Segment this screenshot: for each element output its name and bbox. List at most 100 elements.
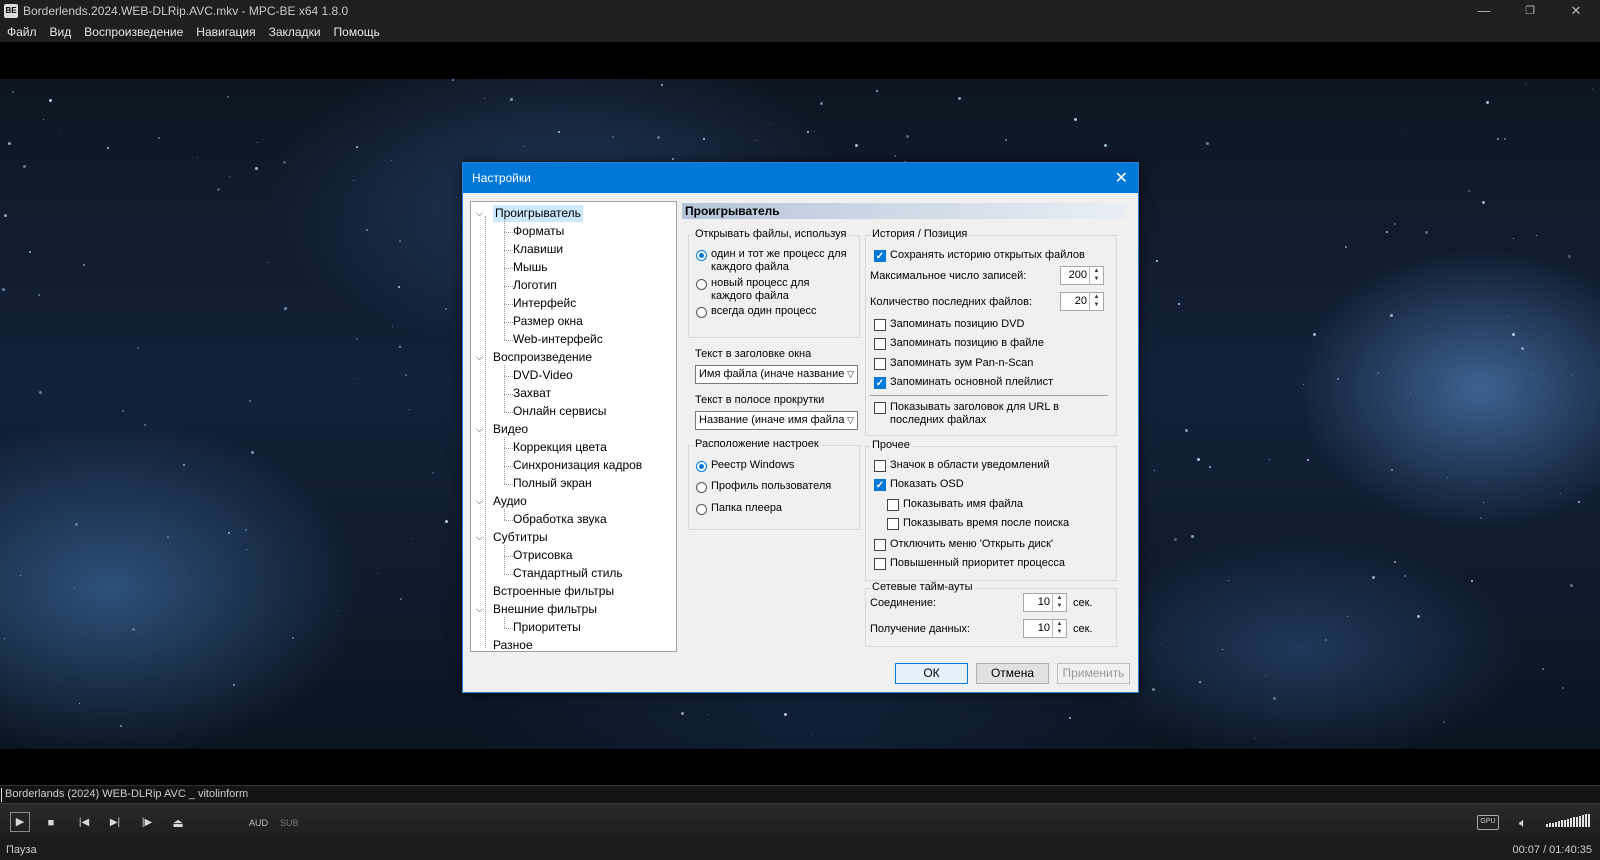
remember-playlist-checkbox[interactable]: ✓ [874,377,886,389]
tree-item-5[interactable]: Интерфейс [513,295,576,312]
speaker-icon[interactable]: 🔈︎ [1515,815,1531,831]
apply-button[interactable]: Применить [1057,663,1130,684]
settings-tree[interactable]: ⌵ Проигрыватель Форматы Клавиши Мышь Логотип И… [470,201,677,652]
tree-item-16[interactable]: Аудио [493,493,527,510]
receive-spinner[interactable]: 10 ▲ ▼ [1023,619,1067,638]
tree-expand-chevron-icon[interactable]: ⌵ [476,604,483,615]
minimize-button[interactable]: — [1461,0,1507,22]
star-particle [2,288,5,291]
star-particle [876,90,878,92]
spin-arrows-icon[interactable]: ▲ ▼ [1089,293,1103,310]
tree-item-2[interactable]: Клавиши [513,241,563,258]
spin-arrows-icon[interactable]: ▲ ▼ [1089,267,1103,284]
frame-step-icon[interactable]: |▶ [139,815,155,831]
show-osd-checkbox[interactable]: ✓ [874,479,886,491]
audio-track-button[interactable]: AUD [249,818,268,828]
recent-files-spinner[interactable]: 20 ▲ ▼ [1060,292,1104,311]
radio-same-process[interactable] [696,250,707,261]
star-particle [409,409,410,410]
tree-item-9[interactable]: DVD-Video [513,367,573,384]
radio-one-process[interactable] [696,307,707,318]
show-time-after-seek-checkbox[interactable] [887,518,899,530]
connection-spinner[interactable]: 10 ▲ ▼ [1023,593,1067,612]
subtitle-track-button[interactable]: SUB [280,818,299,828]
tree-item-4[interactable]: Логотип [513,277,557,294]
tree-item-14[interactable]: Синхронизация кадров [513,457,642,474]
dialog-close-icon[interactable]: ✕ [1115,168,1128,188]
tray-icon-checkbox[interactable] [874,460,886,472]
tree-item-10[interactable]: Захват [513,385,551,402]
url-titles-checkbox[interactable] [874,402,886,414]
spin-arrows-icon[interactable]: ▲ ▼ [1052,620,1066,637]
tree-item-17[interactable]: Обработка звука [513,511,607,528]
max-records-spinner[interactable]: 200 ▲ ▼ [1060,266,1104,285]
tree-expand-chevron-icon[interactable]: ⌵ [476,208,483,219]
tree-expand-chevron-icon[interactable]: ⌵ [476,424,483,435]
seek-bar[interactable]: Borderlands (2024) WEB-DLRip AVC _ vitol… [0,785,1600,804]
tray-icon-label: Значок в области уведомлений [890,459,1050,471]
star-particle [1483,502,1484,503]
tree-item-0[interactable]: Проигрыватель [493,205,583,222]
radio-registry[interactable] [696,461,707,472]
radio-player-folder[interactable] [696,504,707,515]
star-particle [1191,535,1194,538]
next-icon[interactable]: ▶| [107,815,123,831]
tree-expand-chevron-icon[interactable]: ⌵ [476,496,483,507]
previous-icon[interactable]: |◀ [76,815,92,831]
cancel-button[interactable]: Отмена [976,663,1049,684]
tree-item-15[interactable]: Полный экран [513,475,592,492]
window-title-text-combo[interactable]: Имя файла (иначе название ▽ [695,365,858,384]
volume-bar [1558,821,1560,827]
menu-view[interactable]: Вид [43,22,78,39]
tree-item-23[interactable]: Приоритеты [513,619,581,636]
tree-expand-chevron-icon[interactable]: ⌵ [476,532,483,543]
volume-bar [1552,822,1554,827]
radio-new-process[interactable] [696,279,707,290]
tree-item-18[interactable]: Субтитры [493,529,548,546]
tree-item-12[interactable]: Видео [493,421,528,438]
radio-user-profile[interactable] [696,482,707,493]
tree-connector [504,412,513,413]
close-window-button[interactable]: ✕ [1553,0,1599,22]
menu-file[interactable]: Файл [0,22,43,39]
show-filename-checkbox[interactable] [887,499,899,511]
remember-file-pos-checkbox[interactable] [874,338,886,350]
tree-item-19[interactable]: Отрисовка [513,547,573,564]
tree-item-1[interactable]: Форматы [513,223,564,240]
tree-item-24[interactable]: Разное [493,637,533,651]
high-priority-checkbox[interactable] [874,558,886,570]
tree-item-22[interactable]: Внешние фильтры [493,601,597,618]
tree-item-3[interactable]: Мышь [513,259,548,276]
disable-open-disc-checkbox[interactable] [874,539,886,551]
tree-item-21[interactable]: Встроенные фильтры [493,583,614,600]
tree-item-7[interactable]: Web-интерфейс [513,331,603,348]
eject-icon[interactable]: ⏏ [170,815,186,831]
menu-navigation[interactable]: Навигация [189,22,261,39]
star-particle [1185,429,1188,432]
status-bar: Пауза 00:07 / 01:40:35 [0,840,1600,860]
star-particle [612,136,614,138]
maximize-button[interactable]: ❐ [1507,0,1553,22]
save-history-checkbox[interactable]: ✓ [874,250,886,262]
stop-icon[interactable]: ■ [43,815,59,831]
remember-dvd-checkbox[interactable] [874,319,886,331]
menu-bookmarks[interactable]: Закладки [262,22,327,39]
volume-slider[interactable] [1546,813,1590,827]
ok-button[interactable]: ОК [895,663,968,684]
seek-position-marker[interactable] [1,788,2,802]
star-particle [23,165,26,168]
menu-help[interactable]: Помощь [327,22,386,39]
tree-item-13[interactable]: Коррекция цвета [513,439,607,456]
tree-item-11[interactable]: Онлайн сервисы [513,403,606,420]
tree-item-20[interactable]: Стандартный стиль [513,565,623,582]
tree-expand-chevron-icon[interactable]: ⌵ [476,352,483,363]
play-icon[interactable]: ▶ [10,812,30,832]
menu-playback[interactable]: Воспроизведение [77,22,189,39]
star-particle [292,637,294,639]
seekbar-text-combo[interactable]: Название (иначе имя файла ▽ [695,411,858,430]
tree-item-8[interactable]: Воспроизведение [493,349,592,366]
tree-connector [504,556,513,557]
spin-arrows-icon[interactable]: ▲ ▼ [1052,594,1066,611]
remember-pan-scan-checkbox[interactable] [874,358,886,370]
tree-item-6[interactable]: Размер окна [513,313,583,330]
